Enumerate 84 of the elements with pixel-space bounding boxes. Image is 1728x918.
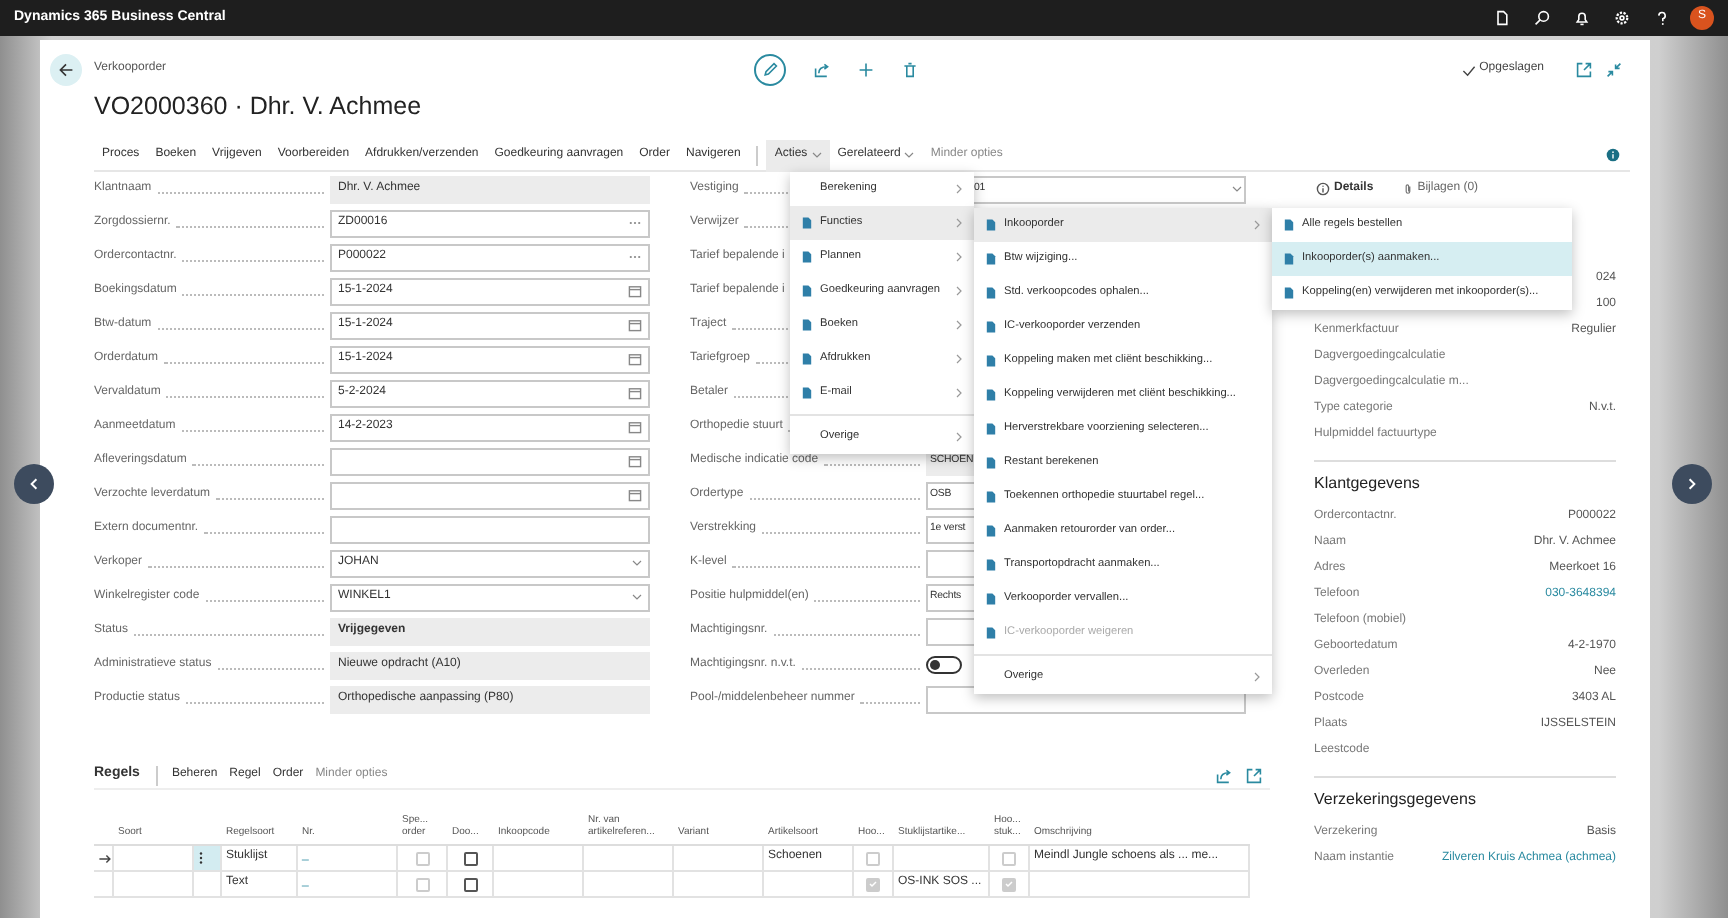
paperclip-icon[interactable]: [1401, 182, 1414, 196]
collapse-icon[interactable]: [1606, 62, 1622, 78]
back-button[interactable]: [50, 54, 82, 86]
check-icon: [1461, 63, 1476, 77]
document-icon: [984, 558, 998, 572]
chevron-left-icon[interactable]: [26, 476, 42, 492]
trash-icon[interactable]: [902, 62, 918, 78]
table-cell: [584, 846, 674, 872]
section-heading: Verzekeringsgegevens: [1314, 776, 1616, 820]
table-cell: [584, 872, 674, 898]
document-icon: [984, 252, 998, 266]
chevron-right-icon: [954, 218, 964, 228]
info-icon[interactable]: [1606, 148, 1620, 162]
chevron-right-icon: [954, 388, 964, 398]
document-icon: [800, 352, 814, 366]
calendar-icon[interactable]: [628, 284, 642, 298]
document-icon: [984, 218, 998, 232]
share-icon[interactable]: [1216, 767, 1232, 783]
checkbox[interactable]: [463, 877, 477, 891]
popout-icon[interactable]: [1246, 767, 1262, 783]
document-icon: [984, 490, 998, 504]
input-field[interactable]: [330, 447, 650, 475]
pencil-icon[interactable]: [762, 62, 778, 78]
document-icon: [800, 318, 814, 332]
document-icon: [984, 388, 998, 402]
settings-icon[interactable]: [1614, 10, 1630, 26]
document-icon[interactable]: [1494, 10, 1510, 26]
bell-icon[interactable]: [1574, 10, 1590, 26]
next-button[interactable]: [1672, 464, 1712, 504]
section-heading: Klantgegevens: [1314, 460, 1616, 504]
table-cell: [674, 846, 764, 872]
chevron-down-icon[interactable]: [811, 150, 822, 160]
chevron-right-icon[interactable]: [1684, 476, 1700, 492]
back-arrow-icon[interactable]: [58, 62, 74, 78]
chevron-right-icon: [1252, 220, 1262, 230]
toggle-switch[interactable]: [926, 656, 962, 674]
chevron-right-icon: [954, 252, 964, 262]
calendar-icon[interactable]: [628, 454, 642, 468]
previous-button[interactable]: [14, 464, 54, 504]
document-icon: [800, 284, 814, 298]
calendar-icon[interactable]: [628, 318, 642, 332]
document-icon: [800, 250, 814, 264]
calendar-icon[interactable]: [628, 420, 642, 434]
input-field[interactable]: [330, 481, 650, 509]
document-icon: [800, 386, 814, 400]
chevron-right-icon: [954, 432, 964, 442]
chevron-right-icon: [954, 184, 964, 194]
edit-button[interactable]: [754, 54, 786, 86]
chevron-right-icon: [954, 320, 964, 330]
chevron-down-icon[interactable]: [1232, 184, 1242, 194]
document-icon: [984, 320, 998, 334]
more-vertical-icon[interactable]: [198, 850, 204, 866]
info-icon[interactable]: [1316, 182, 1330, 196]
calendar-icon[interactable]: [628, 352, 642, 366]
chevron-down-icon[interactable]: [632, 558, 642, 568]
table-cell: [674, 872, 764, 898]
checkbox[interactable]: [463, 851, 477, 865]
arrow-right-icon: [98, 851, 112, 865]
help-icon[interactable]: [1654, 10, 1670, 26]
document-icon: [1282, 218, 1296, 232]
plus-icon[interactable]: [858, 62, 874, 78]
calendar-icon[interactable]: [628, 386, 642, 400]
document-icon: [984, 354, 998, 368]
chevron-down-icon[interactable]: [632, 592, 642, 602]
document-icon: [984, 422, 998, 436]
calendar-icon[interactable]: [628, 488, 642, 502]
document-icon: [984, 592, 998, 606]
document-icon: [984, 524, 998, 538]
document-icon: [984, 456, 998, 470]
chevron-right-icon: [954, 286, 964, 296]
input-field[interactable]: [330, 515, 650, 543]
table-cell: [114, 872, 194, 898]
document-icon: [800, 216, 814, 230]
chevron-right-icon: [1252, 672, 1262, 682]
chevron-down-icon[interactable]: [904, 150, 915, 160]
search-icon[interactable]: [1534, 10, 1550, 26]
chevron-right-icon: [954, 354, 964, 364]
document-icon: [1282, 286, 1296, 300]
popout-icon[interactable]: [1576, 62, 1592, 78]
share-icon[interactable]: [814, 62, 830, 78]
page-title: VO2000360 · Dhr. V. Achmee: [94, 90, 424, 124]
document-icon: [984, 286, 998, 300]
document-icon: [984, 626, 998, 640]
document-icon: [1282, 252, 1296, 266]
